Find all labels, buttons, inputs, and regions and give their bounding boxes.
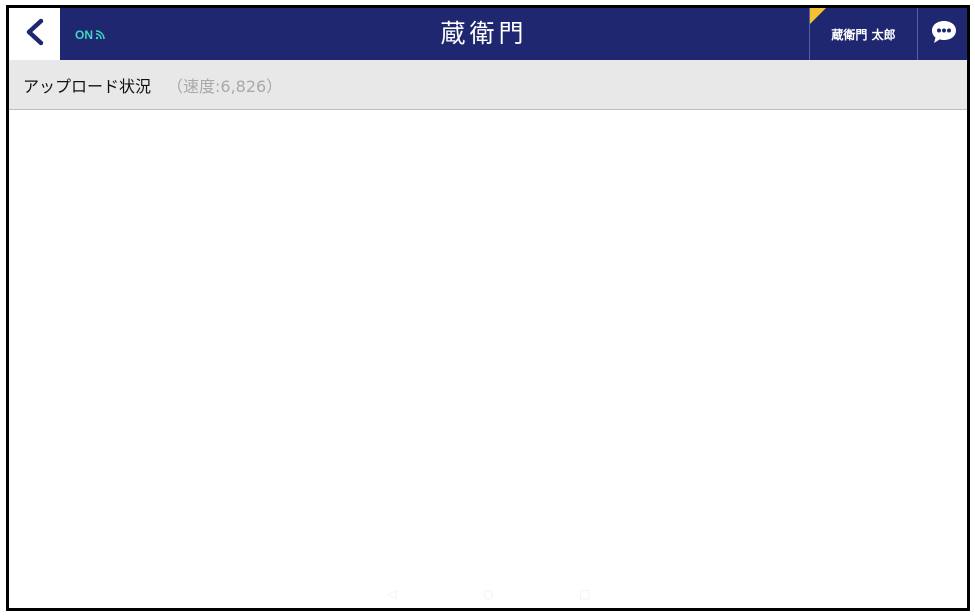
upload-status-header: アップロード状況 （速度:6,826） — [9, 60, 967, 110]
upload-speed: （速度:6,826） — [167, 76, 283, 96]
chat-bubble-icon — [930, 19, 958, 49]
connection-status: ON — [75, 28, 106, 46]
user-account-button[interactable]: 蔵衛門 太郎 — [809, 8, 918, 60]
app-window: ON 蔵衛門 蔵衛門 太郎 アップロード状況 （速度:6,826） ◁ ○ □ — [6, 5, 970, 611]
wifi-signal-icon — [93, 28, 106, 46]
back-nav-icon[interactable]: ◁ — [387, 587, 396, 601]
chevron-left-icon — [24, 18, 46, 50]
chat-button[interactable] — [918, 8, 967, 60]
app-logo: 蔵衛門 — [424, 18, 544, 50]
connection-status-label: ON — [75, 28, 93, 42]
user-name: 蔵衛門 太郎 — [831, 27, 896, 42]
page-title: アップロード状況 — [23, 76, 152, 96]
corner-accent-icon — [810, 8, 826, 28]
recent-apps-nav-icon[interactable]: □ — [579, 587, 590, 601]
back-button[interactable] — [9, 8, 60, 60]
home-nav-icon[interactable]: ○ — [483, 587, 493, 601]
system-nav-bar: ◁ ○ □ — [9, 587, 967, 605]
upload-list-area: ◁ ○ □ — [9, 111, 967, 608]
logo-text: 蔵衛門 — [440, 19, 528, 48]
top-bar: ON 蔵衛門 蔵衛門 太郎 — [9, 8, 967, 60]
